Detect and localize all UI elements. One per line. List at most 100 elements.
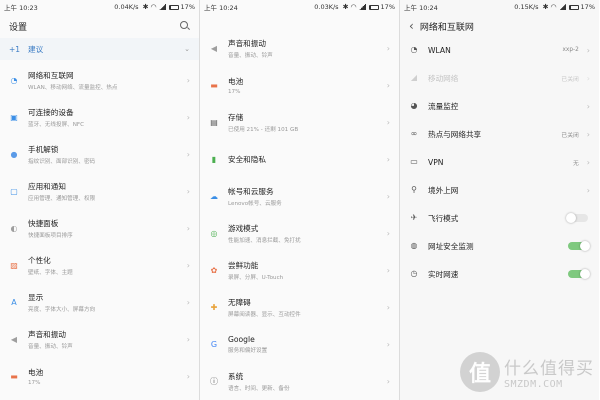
settings-item[interactable]: ▤ 存储 已使用 21% - 还剩 101 GB ›: [200, 104, 399, 141]
chevron-right-icon: ›: [386, 266, 390, 275]
google-icon: G: [210, 339, 218, 349]
wallpaper-icon: ▨: [10, 260, 18, 270]
item-subtitle: 音量、振动、铃声: [28, 344, 73, 350]
item-value: 无: [572, 160, 579, 167]
settings-item[interactable]: G Google 服务和偏好设置 ›: [200, 326, 399, 363]
battery-icon: [568, 4, 579, 10]
chevron-right-icon: ›: [386, 340, 390, 349]
chevron-right-icon: ›: [586, 45, 590, 55]
search-icon[interactable]: [180, 21, 190, 31]
item-title: 手机解锁: [28, 145, 59, 154]
status-bar: 上午 10:24 0.03K/s ✱ ◠ 17%: [200, 0, 399, 14]
settings-main-panel: 上午 10:23 0.04K/s ✱ ◠ 17% 设置 +1 建议 ⌄ ◔ 网络和…: [0, 0, 199, 400]
item-subtitle: 亮度、字体大小、屏幕方向: [28, 307, 96, 313]
watermark-line2: SMZDM.COM: [504, 379, 563, 390]
network-item[interactable]: ∞ 热点与网络共享 已关闭 ›: [400, 120, 599, 148]
settings-item[interactable]: ⓘ 系统 语言、时间、更新、备份 ›: [200, 363, 399, 400]
item-title: 可连接的设备: [28, 108, 74, 117]
status-bar: 上午 10:24 0.15K/s ✱ ◠ 17%: [400, 0, 599, 14]
settings-item[interactable]: ◔ 网络和互联网 WLAN、移动网络、流量监控、热点 ›: [0, 62, 199, 99]
signal-icon: ◢: [410, 73, 418, 82]
settings-item[interactable]: ☁ 帐号和云服务 Lenovo帐号、云服务 ›: [200, 178, 399, 215]
item-title: 实时网速: [428, 269, 459, 279]
network-item[interactable]: ✈ 飞行模式: [400, 204, 599, 232]
status-bar: 上午 10:23 0.04K/s ✱ ◠ 17%: [0, 0, 199, 14]
chevron-down-icon[interactable]: ⌄: [184, 45, 190, 53]
item-title: 系统: [228, 372, 244, 381]
item-subtitle: 蓝牙、无线投屏、NFC: [28, 122, 85, 128]
network-item[interactable]: ◢ 移动网络 已关闭 ›: [400, 64, 599, 92]
settings-item[interactable]: ✚ 无障碍 屏幕阅读器、显示、互动控件 ›: [200, 289, 399, 326]
chevron-right-icon: ›: [186, 261, 190, 270]
item-subtitle: 17%: [228, 89, 241, 95]
chevron-right-icon: ›: [386, 155, 390, 164]
back-arrow-icon[interactable]: ‹: [409, 20, 414, 32]
item-value: 已关闭: [561, 132, 579, 139]
network-item[interactable]: ⚲ 境外上网 ›: [400, 176, 599, 204]
item-title: 显示: [28, 293, 44, 302]
globe-pin-icon: ⚲: [411, 185, 417, 194]
chevron-right-icon: ›: [386, 377, 390, 386]
settings-item[interactable]: ▬ 电池 17% ›: [200, 67, 399, 104]
volume-icon: ◀: [10, 334, 18, 344]
item-subtitle: 性能加速、消息拦截、免打扰: [228, 238, 301, 244]
chevron-right-icon: ›: [186, 224, 190, 233]
settings-item[interactable]: A 显示 亮度、字体大小、屏幕方向 ›: [0, 284, 199, 321]
page-title: 设置: [9, 22, 28, 33]
item-subtitle: Lenovo帐号、云服务: [228, 201, 282, 207]
network-item[interactable]: ◷ 实时网速: [400, 260, 599, 288]
suggestion-count: +1: [9, 44, 21, 54]
settings-item[interactable]: ▨ 个性化 壁纸、字体、主题 ›: [0, 247, 199, 284]
network-item[interactable]: ◔ WLAN xxp-2 ›: [400, 36, 599, 64]
suggestion-row[interactable]: +1 建议 ⌄: [0, 38, 199, 60]
item-subtitle: 应用管理、通知管理、权限: [28, 196, 96, 202]
settings-item[interactable]: ✿ 尝鲜功能 录屏、分屏、U-Touch ›: [200, 252, 399, 289]
item-title: 尝鲜功能: [228, 261, 259, 270]
chevron-right-icon: ›: [386, 44, 390, 53]
storage-icon: ▤: [210, 117, 218, 127]
settings-item[interactable]: ◀ 声音和振动 音量、振动、铃声 ›: [0, 321, 199, 358]
chevron-right-icon: ›: [386, 118, 390, 127]
item-subtitle: 17%: [28, 380, 41, 386]
network-item[interactable]: ▭ VPN 无 ›: [400, 148, 599, 176]
network-item[interactable]: ◍ 网址安全监测: [400, 232, 599, 260]
settings-item[interactable]: ◎ 游戏模式 性能加速、消息拦截、免打扰 ›: [200, 215, 399, 252]
settings-item[interactable]: ● 手机解锁 指纹识别、面部识别、密码 ›: [0, 136, 199, 173]
toggle-switch[interactable]: [568, 241, 590, 251]
signal-icon: [558, 4, 566, 10]
chevron-right-icon: ›: [586, 101, 590, 111]
item-subtitle: 快捷面板项目排序: [28, 233, 73, 239]
network-item[interactable]: ◕ 流量监控 ›: [400, 92, 599, 120]
toggle-switch[interactable]: [568, 269, 590, 279]
settings-item[interactable]: ▢ 应用和通知 应用管理、通知管理、权限 ›: [0, 173, 199, 210]
item-title: 游戏模式: [228, 224, 259, 233]
gamepad-icon: ◎: [210, 228, 218, 238]
settings-item[interactable]: ◀ 声音和振动 音量、振动、铃声 ›: [200, 30, 399, 67]
airplane-icon: ✈: [410, 213, 418, 222]
battery-percent: 17%: [580, 3, 595, 11]
toggle-switch[interactable]: [566, 213, 588, 223]
vpn-icon: ▭: [410, 157, 418, 166]
toggle-knob: [580, 269, 590, 279]
wifi-status-icon: ◠: [150, 3, 157, 11]
item-title: 电池: [228, 77, 244, 86]
settings-item[interactable]: ▬ 电池 17% ›: [0, 358, 199, 395]
bluetooth-icon: ✱: [342, 3, 349, 11]
chevron-right-icon: ›: [186, 113, 190, 122]
chevron-right-icon: ›: [586, 129, 590, 139]
network-internet-panel: 上午 10:24 0.15K/s ✱ ◠ 17% ‹ 网络和互联网 ◔ WLAN x…: [400, 0, 599, 400]
cloud-icon: ☁: [210, 191, 218, 201]
watermark-line1: 什么值得买: [504, 359, 594, 379]
volume-icon: ◀: [210, 43, 218, 53]
item-title: 电池: [28, 368, 44, 377]
settings-item[interactable]: ▣ 可连接的设备 蓝牙、无线投屏、NFC ›: [0, 99, 199, 136]
item-title: 流量监控: [428, 101, 459, 111]
item-title: 飞行模式: [428, 213, 459, 223]
settings-item[interactable]: ▮ 安全和隐私 ›: [200, 141, 399, 178]
hotspot-icon: ∞: [410, 129, 418, 138]
item-subtitle: WLAN、移动网络、流量监控、热点: [28, 85, 118, 91]
chevron-right-icon: ›: [386, 81, 390, 90]
network-speed: 0.03K/s: [314, 3, 339, 11]
settings-item[interactable]: ◐ 快捷面板 快捷面板项目排序 ›: [0, 210, 199, 247]
network-speed: 0.04K/s: [114, 3, 139, 11]
